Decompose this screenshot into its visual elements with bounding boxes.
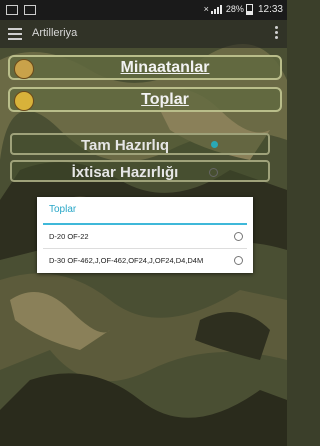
app-title: Artilleriya xyxy=(32,27,78,39)
toplar-button[interactable]: Toplar xyxy=(8,87,282,112)
signal-icon xyxy=(211,5,223,15)
mortar-icon xyxy=(14,59,34,79)
option-label: İxtisar Hazırlığı xyxy=(71,164,179,181)
dialog-item-d20[interactable]: D-20 OF-22 xyxy=(37,225,253,249)
toplar-dialog: Toplar D-20 OF-22 D-30 OF-462,J,OF-462,O… xyxy=(37,197,253,273)
minaatanlar-button[interactable]: Minaatanlar xyxy=(8,55,282,80)
mail-icon xyxy=(6,4,18,15)
status-bar: × 28% 12:33 xyxy=(0,0,287,20)
dialog-item-label: D-30 OF-462,J,OF-462,OF24,J,OF24,D4,D4M xyxy=(49,256,204,265)
radio-selected[interactable] xyxy=(211,141,218,148)
menu-icon[interactable] xyxy=(8,28,22,40)
cannon-icon xyxy=(14,91,34,111)
battery-percent: 28% xyxy=(225,4,244,14)
battery-icon xyxy=(246,4,254,16)
minaatanlar-label: Minaatanlar xyxy=(120,59,210,76)
app-bar: Artilleriya xyxy=(0,20,287,48)
dialog-item-d30[interactable]: D-30 OF-462,J,OF-462,OF24,J,OF24,D4,D4M xyxy=(37,249,253,273)
toplar-label: Toplar xyxy=(141,91,189,108)
gallery-icon xyxy=(23,4,36,15)
clock: 12:33 xyxy=(257,4,283,15)
mute-icon: × xyxy=(203,4,209,14)
option-ixtisar-hazirligi[interactable]: İxtisar Hazırlığı xyxy=(10,160,270,182)
option-label: Tam Hazırlıq xyxy=(80,137,170,154)
dialog-title: Toplar xyxy=(49,204,77,215)
option-tam-hazirliq[interactable]: Tam Hazırlıq xyxy=(10,133,270,155)
status-right: × 28% 12:33 xyxy=(203,4,283,16)
radio-icon[interactable] xyxy=(234,256,243,265)
dialog-item-label: D-20 OF-22 xyxy=(49,232,89,241)
overflow-menu-icon[interactable] xyxy=(275,26,279,40)
checkbox-unselected[interactable] xyxy=(209,168,218,177)
status-left-icons xyxy=(6,4,39,15)
radio-icon[interactable] xyxy=(234,232,243,241)
